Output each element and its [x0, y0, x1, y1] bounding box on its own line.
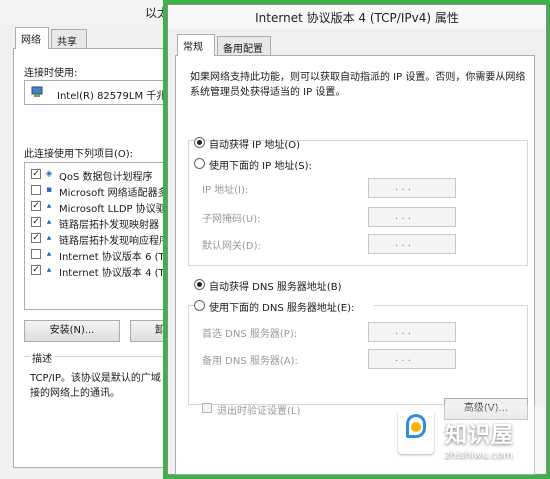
subnet-mask-row: 子网掩码(U):: [202, 207, 522, 227]
alternate-dns-row: 备用 DNS 服务器(A):: [202, 349, 522, 369]
alternate-dns-label: 备用 DNS 服务器(A):: [202, 356, 298, 367]
components-list: ✓ ◈ QoS 数据包计划程序 ▪ Microsoft 网络适配器多 ✓ ▴ M…: [24, 162, 184, 310]
protocol-icon: ▴: [46, 265, 52, 275]
ethernet-window-titlebar: 以太: [0, 0, 175, 24]
default-gateway-field[interactable]: . . .: [368, 234, 456, 254]
dialog-titlebar: Internet 协议版本 4 (TCP/IPv4) 属性: [168, 5, 546, 29]
watermark-logo-icon: [398, 410, 434, 454]
item-checkbox[interactable]: ✓: [31, 265, 41, 275]
description-text-line-1: TCP/IP。该协议是默认的广域: [30, 373, 161, 384]
item-label: 链路层拓扑发现响应程序: [59, 236, 169, 247]
intro-text: 如果网络支持此功能，则可以获取自动指派的 IP 设置。否则，你需要从网络系统管理…: [190, 72, 526, 98]
site-watermark: 知识屋 zhishiwu.com: [385, 405, 545, 473]
manual-ip-radio[interactable]: 使用下面的 IP 地址(S):: [194, 157, 339, 172]
radio-indicator[interactable]: [194, 158, 205, 169]
manual-ip-label: 使用下面的 IP 地址(S):: [209, 161, 312, 172]
ethernet-properties-window: 以太 网络 共享 连接时使用: Intel(R) 82579LM 千兆网 此连接…: [0, 0, 190, 479]
qos-icon: ◈: [45, 169, 53, 179]
protocol-icon: ▴: [46, 249, 52, 259]
ip-dots: . . .: [395, 182, 411, 193]
watermark-name: 知识屋: [445, 423, 515, 448]
item-checkbox[interactable]: [31, 249, 41, 259]
checkbox-indicator[interactable]: [202, 403, 212, 413]
adapter-name: Intel(R) 82579LM 千兆网: [57, 91, 177, 102]
radio-indicator[interactable]: [194, 300, 205, 311]
item-checkbox[interactable]: ✓: [31, 233, 41, 243]
ip-address-row: IP 地址(I):: [202, 178, 522, 198]
bulb-dot: [411, 422, 421, 432]
ip-address-label: IP 地址(I):: [202, 185, 249, 196]
items-label: 此连接使用下列项目(O):: [24, 149, 134, 160]
alternate-dns-field[interactable]: . . .: [368, 349, 456, 369]
radio-indicator[interactable]: [194, 279, 205, 290]
item-label: Internet 协议版本 4 (TC: [59, 268, 172, 279]
default-gateway-row: 默认网关(D):: [202, 234, 522, 254]
auto-dns-label: 自动获得 DNS 服务器地址(B): [209, 282, 342, 293]
item-label: Microsoft 网络适配器多: [59, 188, 168, 199]
auto-ip-label: 自动获得 IP 地址(O): [209, 140, 301, 151]
connect-using-label: 连接时使用:: [24, 68, 78, 79]
protocol-icon: ▴: [46, 233, 52, 243]
install-button[interactable]: 安装(N)...: [24, 320, 120, 342]
description-text-line-2: 接的网络上的通讯。: [30, 388, 120, 399]
item-checkbox[interactable]: ✓: [31, 217, 41, 227]
manual-dns-label: 使用下面的 DNS 服务器地址(E):: [209, 303, 355, 314]
description-heading: 描述: [30, 350, 54, 365]
ip-dots: . . .: [395, 211, 411, 222]
auto-ip-radio[interactable]: 自动获得 IP 地址(O): [194, 136, 300, 151]
adapter-box: Intel(R) 82579LM 千兆网: [24, 80, 184, 105]
item-checkbox[interactable]: ✓: [31, 201, 41, 211]
item-label: 链路层拓扑发现映射器 I: [59, 220, 166, 231]
preferred-dns-field[interactable]: . . .: [368, 322, 456, 342]
item-label: Microsoft LLDP 协议驱: [59, 204, 166, 215]
default-gateway-label: 默认网关(D):: [202, 241, 261, 252]
dialog-title: Internet 协议版本 4 (TCP/IPv4) 属性: [255, 11, 459, 25]
preferred-dns-row: 首选 DNS 服务器(P):: [202, 322, 522, 342]
network-adapter-icon: ▪: [45, 185, 53, 195]
ip-address-field[interactable]: . . .: [368, 178, 456, 198]
tab-sharing[interactable]: 共享: [51, 29, 87, 49]
tab-alternate-configuration[interactable]: 备用配置: [217, 36, 271, 56]
validate-on-exit-label: 退出时验证设置(L): [217, 406, 301, 417]
radio-indicator[interactable]: [194, 137, 205, 148]
protocol-icon: ▴: [46, 217, 52, 227]
ip-dots: . . .: [395, 238, 411, 249]
watermark-url: zhishiwu.com: [445, 450, 513, 461]
preferred-dns-label: 首选 DNS 服务器(P):: [202, 329, 298, 340]
ip-dots: . . .: [395, 353, 411, 364]
item-label: QoS 数据包计划程序: [59, 172, 153, 183]
protocol-icon: ▴: [46, 201, 52, 211]
item-label: Internet 协议版本 6 (TC: [59, 252, 172, 263]
subnet-mask-label: 子网掩码(U):: [202, 214, 261, 225]
network-adapter-icon: [31, 86, 43, 97]
item-checkbox[interactable]: [31, 185, 41, 195]
subnet-mask-field[interactable]: . . .: [368, 207, 456, 227]
item-checkbox[interactable]: ✓: [31, 169, 41, 179]
ip-dots: . . .: [395, 326, 411, 337]
tab-general[interactable]: 常规: [177, 34, 215, 56]
manual-dns-radio[interactable]: 使用下面的 DNS 服务器地址(E):: [194, 299, 374, 314]
tab-networking[interactable]: 网络: [15, 27, 49, 49]
